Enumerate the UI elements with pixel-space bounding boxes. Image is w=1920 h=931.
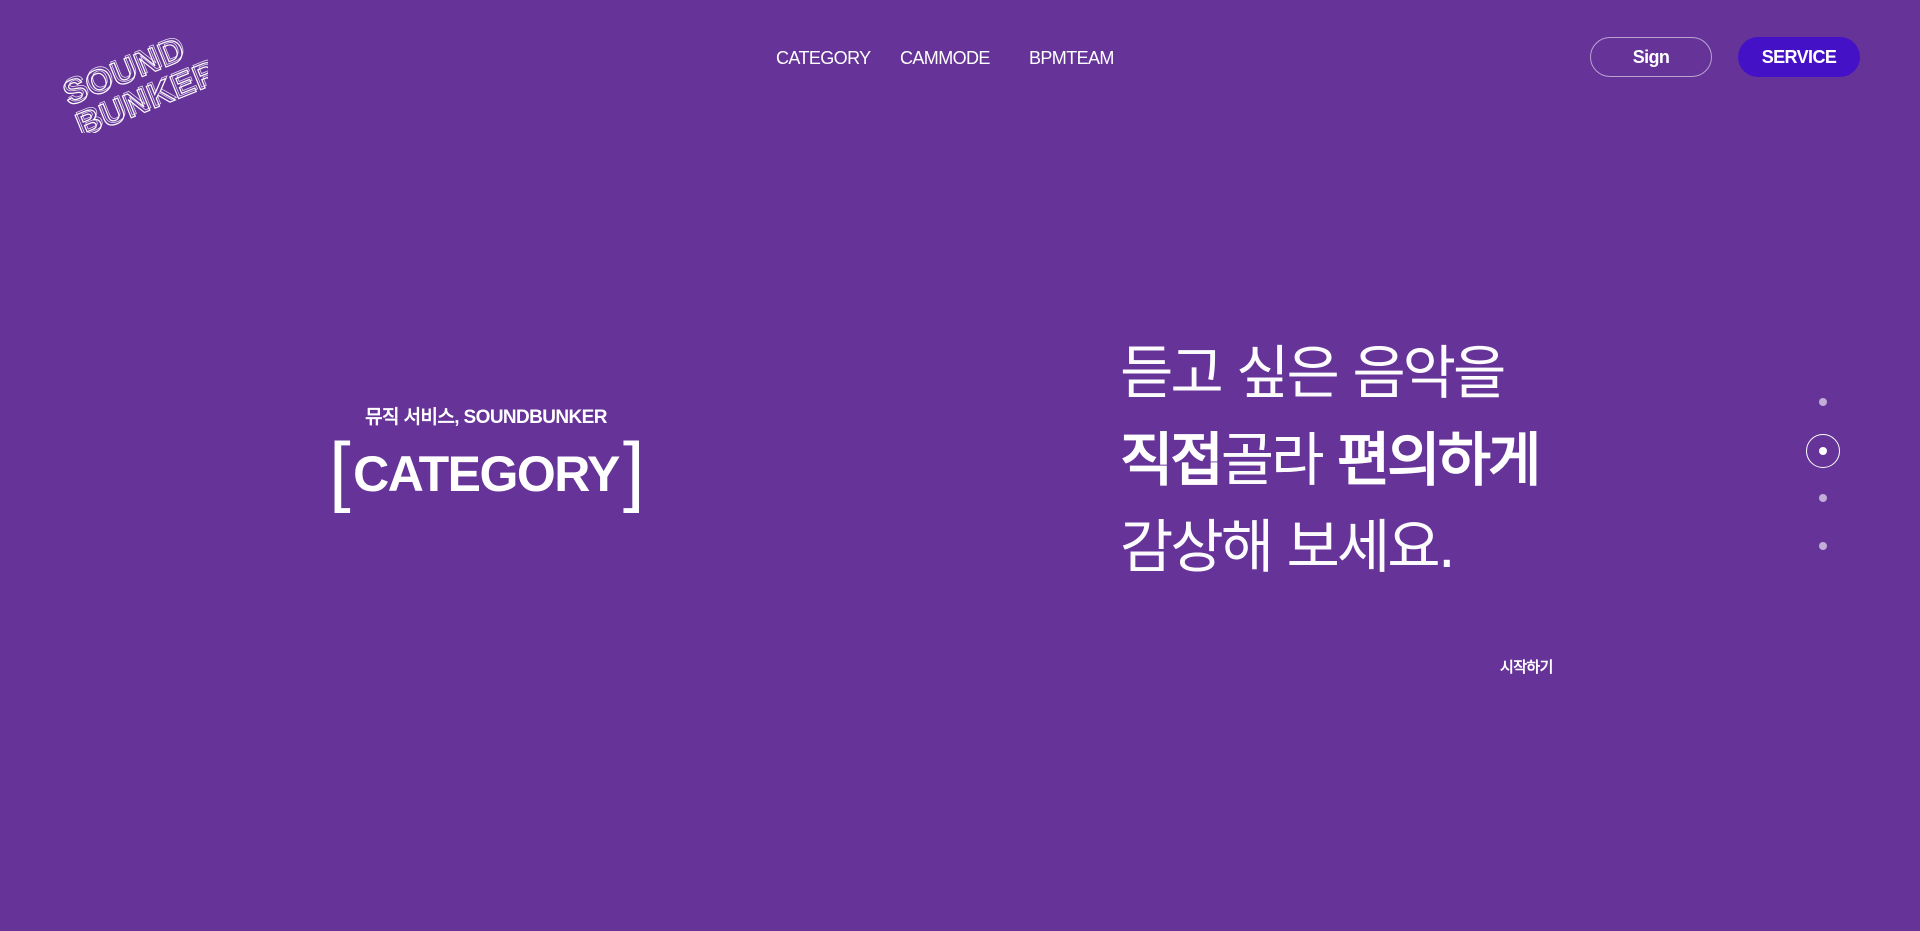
headline-mid: 골라 (1220, 426, 1337, 494)
sign-button[interactable]: Sign (1590, 37, 1712, 77)
start-link[interactable]: 시작하기 (1500, 656, 1553, 677)
pagination-dot-2-active[interactable] (1806, 434, 1840, 468)
nav-item-category[interactable]: CATEGORY (776, 48, 871, 69)
pagination-dot-3[interactable] (1819, 494, 1827, 502)
hero-headline: 듣고 싶은 음악을 직접골라 편의하게 감상해 보세요. (1120, 330, 1541, 591)
nav-item-cammode[interactable]: CAMMODE (900, 48, 990, 69)
bracket-open: [ (328, 426, 351, 514)
service-button[interactable]: SERVICE (1738, 37, 1860, 77)
headline-line-3: 감상해 보세요. (1120, 513, 1456, 581)
logo-graphic: SOUND SOUND BUNKER BUNKER (58, 28, 208, 133)
headline-line-2: 직접골라 편의하게 (1120, 417, 1541, 504)
hero-title: [ CATEGORY ] (326, 426, 646, 514)
headline-bold-1: 직접 (1120, 426, 1224, 494)
headline-bold-2: 편의하게 (1336, 426, 1541, 494)
pagination-dot-4[interactable] (1819, 542, 1827, 550)
pagination-dot-1[interactable] (1819, 398, 1827, 406)
page: SOUND SOUND BUNKER BUNKER CATEGORY CAMMO… (0, 0, 1920, 931)
bracket-close: ] (622, 426, 645, 514)
headline-line-1: 듣고 싶은 음악을 (1120, 339, 1506, 407)
nav-item-bpmteam[interactable]: BPMTEAM (1029, 48, 1114, 69)
section-pagination (1806, 390, 1840, 570)
sound-bunker-logo[interactable]: SOUND SOUND BUNKER BUNKER (58, 18, 208, 133)
hero-subtitle: 뮤직 서비스, SOUNDBUNKER (365, 407, 607, 428)
pagination-dot-active-inner (1819, 447, 1827, 455)
hero-title-text: CATEGORY (353, 446, 620, 502)
